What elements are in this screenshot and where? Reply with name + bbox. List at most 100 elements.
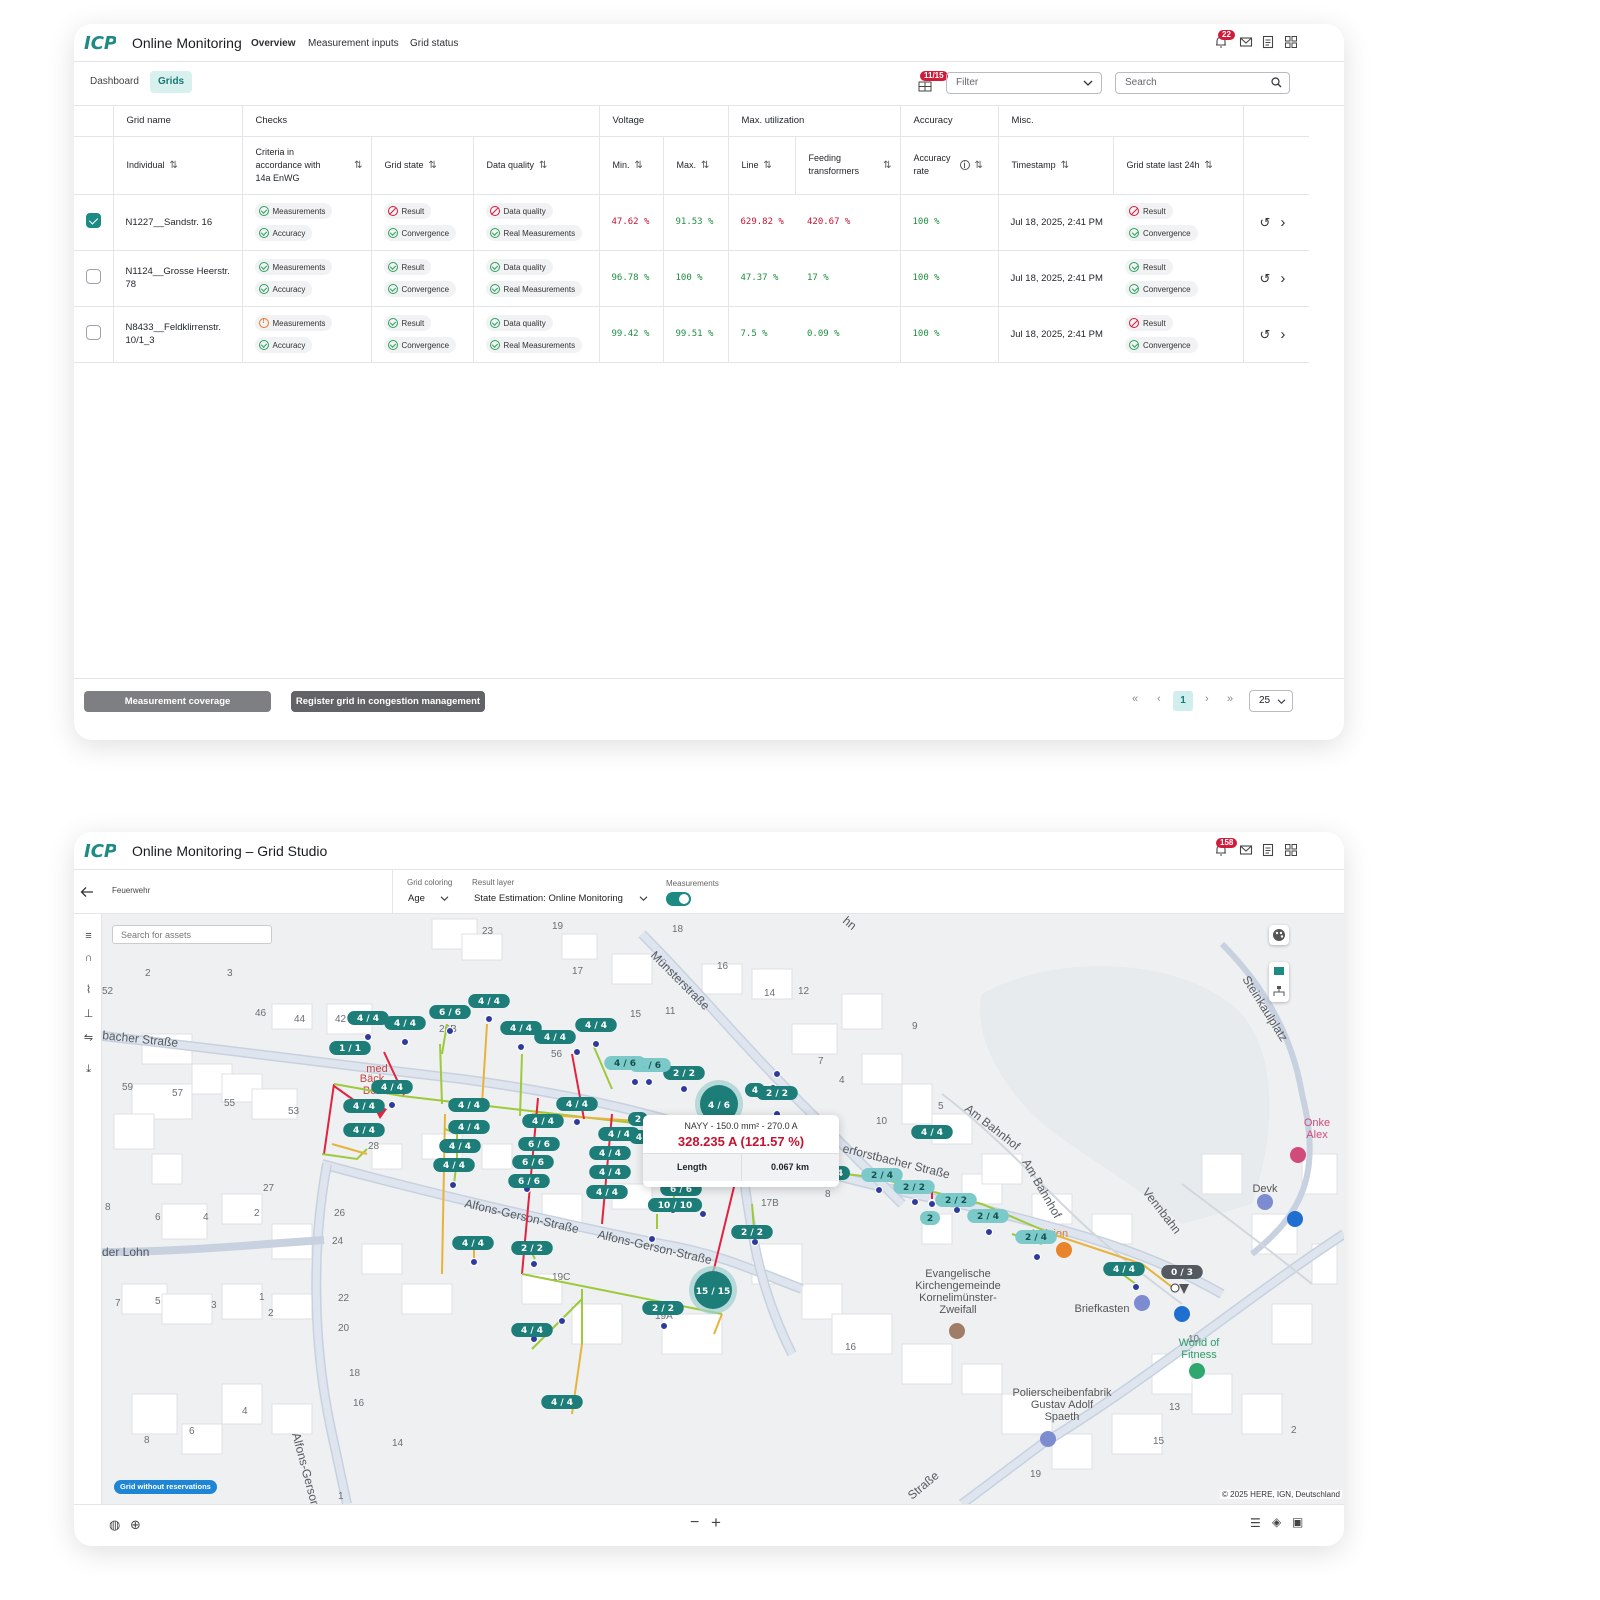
grid-map[interactable]: bacher StraßeMünsterstraßeAlfons-Gerson-…: [102, 914, 1344, 1504]
sort-icon[interactable]: ⇅: [701, 159, 709, 172]
node-badge[interactable]: 2 / 4: [861, 1168, 903, 1182]
node-badge[interactable]: 1 / 1: [329, 1041, 371, 1055]
consumer-node[interactable]: [645, 1078, 653, 1086]
info-icon[interactable]: i: [959, 160, 970, 170]
image-icon[interactable]: ▣: [1292, 1515, 1303, 1529]
apps-grid-icon[interactable]: [1284, 843, 1298, 857]
poi-marker-icon[interactable]: [1290, 1147, 1306, 1163]
col-accuracy-rate[interactable]: Accuracy rate i ⇅: [900, 136, 999, 195]
col-criteria[interactable]: Criteria in accordance with 14a EnWG ⇅: [242, 136, 372, 195]
poi-marker-icon[interactable]: [1189, 1363, 1205, 1379]
node-badge[interactable]: 4 / 4: [343, 1099, 385, 1113]
history-icon[interactable]: ↺: [1260, 327, 1271, 342]
node-badge[interactable]: 2 / 4: [1015, 1230, 1057, 1244]
first-page-icon[interactable]: «: [1132, 693, 1138, 705]
consumer-node[interactable]: [388, 1101, 396, 1109]
col-grid-state[interactable]: Grid state ⇅: [371, 136, 474, 195]
last-page-icon[interactable]: »: [1227, 693, 1233, 705]
consumer-node[interactable]: [449, 1181, 457, 1189]
consumer-node[interactable]: [875, 1186, 883, 1194]
sort-icon[interactable]: ⇅: [539, 159, 547, 172]
grid-name[interactable]: N8433__Feldklirrenstr. 10/1_3: [126, 321, 231, 347]
sort-icon[interactable]: ⇅: [764, 159, 772, 172]
consumer-node[interactable]: [660, 1322, 668, 1330]
consumer-node[interactable]: [530, 1260, 538, 1268]
table-row[interactable]: N8433__Feldklirrenstr. 10/1_3 Measurement…: [74, 306, 1309, 363]
consumer-node[interactable]: [573, 1048, 581, 1056]
sort-icon[interactable]: ⇅: [975, 159, 983, 172]
col-max[interactable]: Max. ⇅: [663, 136, 729, 195]
node-badge[interactable]: 4 / 4: [911, 1125, 953, 1139]
bar-chart-icon[interactable]: ≡: [82, 930, 95, 942]
node-badge[interactable]: 6 / 6: [508, 1174, 550, 1188]
node-badge[interactable]: 4 / 4: [575, 1018, 617, 1032]
consumer-node[interactable]: [485, 1015, 493, 1023]
node-badge[interactable]: 4 / 4: [371, 1080, 413, 1094]
node-badge[interactable]: 4 / 4: [452, 1236, 494, 1250]
col-feeding-transformers[interactable]: Feeding transformers ⇅: [795, 136, 901, 195]
per-page-select[interactable]: 25: [1249, 690, 1293, 712]
consumer-node[interactable]: [1033, 1253, 1041, 1261]
consumer-node[interactable]: [364, 1033, 372, 1041]
consumer-node[interactable]: [573, 1118, 581, 1126]
consumer-node[interactable]: [470, 1258, 478, 1266]
chevron-down-icon[interactable]: [639, 895, 648, 902]
consumer-node[interactable]: [773, 1070, 781, 1078]
row-checkbox[interactable]: [86, 213, 101, 228]
measurement-coverage-button[interactable]: Measurement coverage: [84, 691, 271, 712]
node-badge[interactable]: 4 / 4: [511, 1323, 553, 1337]
col-min[interactable]: Min. ⇅: [599, 136, 664, 195]
document-icon[interactable]: [1261, 35, 1275, 49]
consumer-node[interactable]: [1132, 1283, 1140, 1291]
consumer-node[interactable]: [517, 1043, 525, 1051]
node-badge[interactable]: 4 / 4: [468, 994, 510, 1008]
node-badge[interactable]: 2: [920, 1211, 940, 1225]
tab-dashboard[interactable]: Dashboard: [82, 71, 147, 93]
map-view[interactable]: bacher Straße Münsterstraße Alfons-Gerson-…: [102, 914, 1344, 1504]
node-badge[interactable]: 4 / 4: [522, 1114, 564, 1128]
grid-without-reservations-button[interactable]: Grid without reservations: [114, 1480, 217, 1494]
node-badge[interactable]: 2 / 2: [935, 1193, 977, 1207]
row-checkbox[interactable]: [86, 325, 101, 340]
zoom-in-icon[interactable]: +: [711, 1513, 721, 1533]
globe-icon[interactable]: ◍: [109, 1517, 120, 1533]
nav-measurement-inputs[interactable]: Measurement inputs: [308, 38, 399, 49]
node-badge[interactable]: 10 / 10: [647, 1198, 703, 1212]
poi-marker-icon[interactable]: [1287, 1211, 1303, 1227]
node-badge[interactable]: 4 / 4: [448, 1098, 490, 1112]
col-grid-state-last-24h[interactable]: Grid state last 24h ⇅: [1113, 136, 1244, 195]
consumer-node[interactable]: [699, 1210, 707, 1218]
poi-marker-icon[interactable]: [949, 1323, 965, 1339]
asset-search-input[interactable]: Search for assets: [112, 925, 272, 944]
node-badge[interactable]: 2 / 2: [893, 1180, 935, 1194]
chevron-right-icon[interactable]: ›: [1280, 270, 1285, 287]
sort-icon[interactable]: ⇅: [635, 159, 643, 172]
chevron-down-icon[interactable]: [440, 895, 449, 902]
node-badge[interactable]: 6 / 6: [429, 1005, 471, 1019]
register-grid-button[interactable]: Register grid in congestion management: [291, 691, 485, 712]
node-badge[interactable]: 4 / 4: [586, 1185, 628, 1199]
binoculars-icon[interactable]: ∩: [82, 952, 95, 964]
history-icon[interactable]: ↺: [1260, 271, 1271, 286]
node-badge[interactable]: 4 / 4: [347, 1011, 389, 1025]
locate-icon[interactable]: ⊕: [130, 1517, 141, 1533]
prev-page-icon[interactable]: ‹: [1157, 693, 1161, 705]
consumer-node[interactable]: [592, 1040, 600, 1048]
zoom-out-icon[interactable]: −: [690, 1514, 699, 1532]
node-badge[interactable]: 6 / 6: [512, 1155, 554, 1169]
document-icon[interactable]: [1261, 843, 1275, 857]
back-arrow-icon[interactable]: [80, 886, 94, 898]
poi-marker-icon[interactable]: [1134, 1295, 1150, 1311]
consumer-node[interactable]: [911, 1198, 919, 1206]
node-badge[interactable]: 2 / 2: [511, 1241, 553, 1255]
next-page-icon[interactable]: ›: [1205, 693, 1209, 705]
node-badge[interactable]: 4 / 4: [1103, 1262, 1145, 1276]
filter-select[interactable]: Filter: [946, 72, 1102, 94]
chevron-right-icon[interactable]: ›: [1280, 214, 1285, 231]
consumer-node[interactable]: [446, 1027, 454, 1035]
consumer-node[interactable]: [928, 1200, 936, 1208]
consumer-node[interactable]: [401, 1038, 409, 1046]
nav-grid-status[interactable]: Grid status: [410, 38, 458, 49]
consumer-node[interactable]: [985, 1228, 993, 1236]
poi-marker-icon[interactable]: [1174, 1306, 1190, 1322]
